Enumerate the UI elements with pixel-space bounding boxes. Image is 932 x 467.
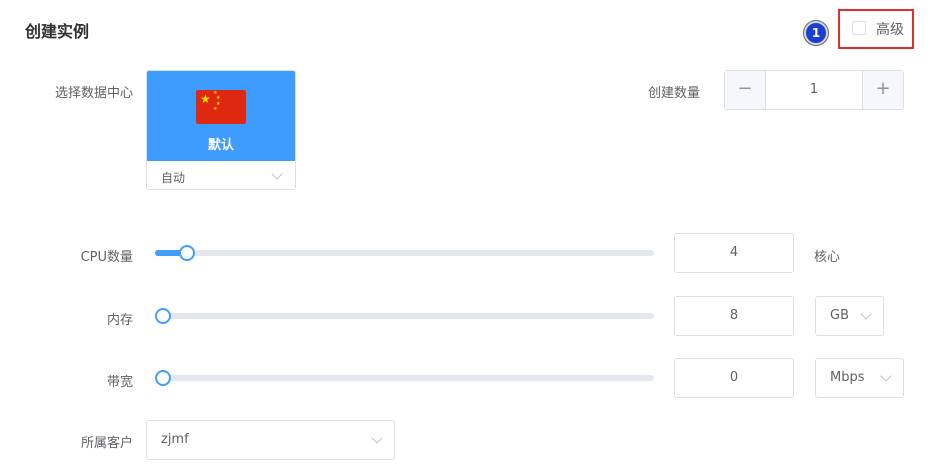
- bandwidth-slider[interactable]: [155, 370, 654, 386]
- datacenter-card[interactable]: ★ ★ ★ ★ ★ 默认 自动: [146, 70, 296, 190]
- advanced-checkbox[interactable]: [852, 21, 866, 35]
- increase-button[interactable]: +: [862, 71, 903, 109]
- customer-select[interactable]: zjmf: [146, 420, 395, 460]
- memory-label: 内存: [106, 313, 133, 328]
- step-badge: 1: [804, 21, 828, 45]
- bandwidth-unit-value: Mbps: [830, 370, 865, 385]
- bandwidth-label: 带宽: [106, 375, 133, 390]
- page-title: 创建实例: [25, 22, 90, 41]
- quantity-input[interactable]: 1: [765, 71, 863, 109]
- chevron-down-icon: [860, 308, 872, 320]
- memory-unit-value: GB: [830, 308, 849, 323]
- memory-input[interactable]: 8: [674, 296, 794, 336]
- cpu-slider-handle[interactable]: [179, 245, 196, 261]
- cpu-label: CPU数量: [80, 250, 133, 265]
- datacenter-label: 选择数据中心: [54, 86, 133, 101]
- datacenter-select[interactable]: 自动: [147, 161, 295, 189]
- advanced-label[interactable]: 高级: [876, 19, 904, 39]
- chevron-down-icon: [271, 168, 283, 180]
- bandwidth-input[interactable]: 0: [674, 358, 794, 398]
- datacenter-card-top[interactable]: ★ ★ ★ ★ ★ 默认: [147, 71, 295, 161]
- datacenter-name: 默认: [207, 138, 234, 153]
- quantity-label: 创建数量: [648, 86, 701, 101]
- memory-slider-handle[interactable]: [155, 308, 171, 324]
- chevron-down-icon: [371, 432, 383, 444]
- bandwidth-unit-select[interactable]: Mbps: [815, 358, 904, 398]
- quantity-stepper[interactable]: − 1 +: [724, 70, 904, 110]
- memory-unit-select[interactable]: GB: [815, 296, 884, 336]
- cpu-unit: 核心: [814, 250, 841, 265]
- bandwidth-slider-handle[interactable]: [155, 370, 171, 386]
- customer-select-value: zjmf: [161, 432, 189, 447]
- chevron-down-icon: [880, 370, 892, 382]
- datacenter-select-value: 自动: [161, 171, 186, 185]
- customer-label: 所属客户: [80, 436, 133, 451]
- china-flag-icon: ★ ★ ★ ★ ★: [196, 90, 246, 124]
- memory-slider[interactable]: [155, 308, 654, 324]
- decrease-button[interactable]: −: [725, 71, 766, 109]
- cpu-slider[interactable]: [155, 245, 654, 261]
- cpu-input[interactable]: 4: [674, 233, 794, 273]
